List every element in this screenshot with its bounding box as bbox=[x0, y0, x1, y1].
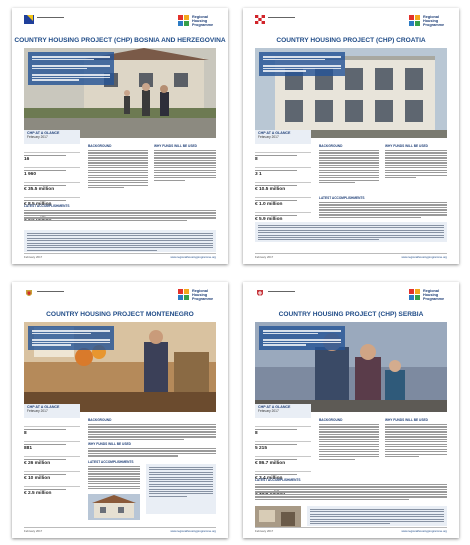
stat-item: € 10 million bbox=[24, 471, 80, 482]
croatia-coat-of-arms-icon bbox=[255, 15, 265, 24]
stat-item: 5 215 bbox=[255, 441, 311, 452]
document-header: ▬▬▬▬▬▬▬▬▬ Regional Housing Programme bbox=[243, 8, 459, 36]
cover-photo bbox=[24, 322, 216, 412]
overlay-textbox bbox=[28, 326, 114, 351]
stat-item: 3 1 bbox=[255, 167, 311, 178]
latest-accomplishments: LATEST ACCOMPLISHMENTS bbox=[88, 460, 140, 491]
stat-item: € 1.0 million bbox=[255, 197, 311, 208]
stats-column: 8 3 1 € 10.5 million € 1.0 million € 5.9… bbox=[255, 152, 311, 227]
document-title: COUNTRY HOUSING PROJECT MONTENEGRO bbox=[46, 311, 194, 318]
stat-item: € 2.5 million bbox=[24, 486, 80, 497]
institution-text: ▬▬▬▬▬▬▬▬▬ bbox=[268, 289, 295, 293]
rhp-logo-text: Regional Housing Programme bbox=[423, 15, 445, 28]
bih-flag-icon bbox=[24, 15, 34, 24]
glance-box: CHP AT A GLANCE February 2017 bbox=[24, 130, 80, 144]
stat-item: € 35.5 million bbox=[24, 182, 80, 193]
stat-item: € 86.7 million bbox=[255, 456, 311, 467]
document-title: COUNTRY HOUSING PROJECT (CHP) BOSNIA AND… bbox=[14, 37, 226, 44]
regional-housing-programme-logo: Regional Housing Programme bbox=[178, 13, 218, 28]
document-footer: February 2017 www.regionalhousingprogram… bbox=[255, 527, 447, 533]
background-column: BACKGROUND bbox=[88, 144, 148, 190]
overlay-textbox bbox=[28, 52, 114, 86]
latest-accomplishments: LATEST ACCOMPLISHMENTS bbox=[24, 204, 216, 222]
funds-column: WHY FUNDS WILL BE USED bbox=[385, 418, 447, 459]
regional-housing-programme-logo: Regional Housing Programme bbox=[409, 13, 449, 28]
regional-housing-programme-logo: Regional Housing Programme bbox=[178, 287, 218, 302]
rhp-logo-text: Regional Housing Programme bbox=[192, 15, 214, 28]
overlay-textbox bbox=[259, 326, 345, 351]
glance-box: CHP AT A GLANCE February 2017 bbox=[255, 130, 311, 144]
document-footer: February 2017 www.regionalhousingprogram… bbox=[24, 527, 216, 533]
quote-box bbox=[24, 230, 216, 252]
background-section: BACKGROUND bbox=[88, 418, 216, 441]
cover-photo bbox=[24, 48, 216, 138]
stat-item: 1 960 bbox=[24, 167, 80, 178]
institution-text: ▬▬▬▬▬▬▬▬▬ bbox=[37, 15, 64, 19]
funds-section: WHY FUNDS WILL BE USED bbox=[88, 442, 216, 458]
glance-box: CHP AT A GLANCE February 2017 bbox=[24, 404, 80, 418]
quote-box bbox=[255, 222, 447, 242]
latest-accomplishments: LATEST ACCOMPLISHMENTS bbox=[319, 196, 447, 219]
stat-item: 8 bbox=[255, 152, 311, 163]
document-header: ▬▬▬▬▬▬▬▬▬ Regional Housing Programme bbox=[243, 282, 459, 310]
stat-item: 8 bbox=[24, 426, 80, 437]
overlay-textbox bbox=[259, 52, 345, 77]
funds-column: WHY FUNDS WILL BE USED bbox=[385, 144, 447, 180]
document-bosnia[interactable]: ▬▬▬▬▬▬▬▬▬ Regional Housing Programme COUNT… bbox=[12, 8, 228, 264]
stat-item: 881 bbox=[24, 441, 80, 452]
document-croatia[interactable]: ▬▬▬▬▬▬▬▬▬ Regional Housing Programme COUNT… bbox=[243, 8, 459, 264]
cover-photo bbox=[255, 48, 447, 138]
stat-item: € 10.5 million bbox=[255, 182, 311, 193]
rhp-logo-text: Regional Housing Programme bbox=[423, 289, 445, 302]
quote-box bbox=[307, 506, 447, 526]
document-title: COUNTRY HOUSING PROJECT (CHP) SERBIA bbox=[278, 311, 424, 318]
montenegro-coat-of-arms-icon bbox=[24, 289, 34, 298]
rhp-logo-text: Regional Housing Programme bbox=[192, 289, 214, 302]
rhp-logo-icon bbox=[178, 289, 190, 300]
funds-column: WHY FUNDS WILL BE USED bbox=[154, 144, 216, 182]
interior-thumbnail bbox=[255, 506, 301, 528]
rhp-logo-icon bbox=[409, 15, 421, 26]
regional-housing-programme-logo: Regional Housing Programme bbox=[409, 287, 449, 302]
stat-item: 8 bbox=[255, 426, 311, 437]
rhp-logo-icon bbox=[178, 15, 190, 26]
house-thumbnail bbox=[88, 494, 140, 520]
stat-item: € 26 million bbox=[24, 456, 80, 467]
background-column: BACKGROUND bbox=[319, 418, 379, 461]
document-header: ▬▬▬▬▬▬▬▬▬ Regional Housing Programme bbox=[12, 282, 228, 310]
document-serbia[interactable]: ▬▬▬▬▬▬▬▬▬ Regional Housing Programme COUNT… bbox=[243, 282, 459, 538]
document-footer: February 2017 www.regionalhousingprogram… bbox=[24, 253, 216, 259]
serbia-coat-of-arms-icon bbox=[255, 289, 265, 298]
document-header: ▬▬▬▬▬▬▬▬▬ Regional Housing Programme bbox=[12, 8, 228, 36]
background-column: BACKGROUND bbox=[319, 144, 379, 185]
stats-column: 8 881 € 26 million € 10 million € 2.5 mi… bbox=[24, 426, 80, 501]
glance-box: CHP AT A GLANCE February 2017 bbox=[255, 404, 311, 418]
cover-photo bbox=[255, 322, 447, 412]
quote-box bbox=[146, 464, 216, 514]
latest-accomplishments: LATEST ACCOMPLISHMENTS bbox=[255, 478, 447, 501]
document-montenegro[interactable]: ▬▬▬▬▬▬▬▬▬ Regional Housing Programme COUNT… bbox=[12, 282, 228, 538]
institution-text: ▬▬▬▬▬▬▬▬▬ bbox=[268, 15, 295, 19]
institution-text: ▬▬▬▬▬▬▬▬▬ bbox=[37, 289, 64, 293]
rhp-logo-icon bbox=[409, 289, 421, 300]
document-title: COUNTRY HOUSING PROJECT (CHP) CROATIA bbox=[276, 37, 426, 44]
stat-item: 16 bbox=[24, 152, 80, 163]
document-footer: February 2017 www.regionalhousingprogram… bbox=[255, 253, 447, 259]
